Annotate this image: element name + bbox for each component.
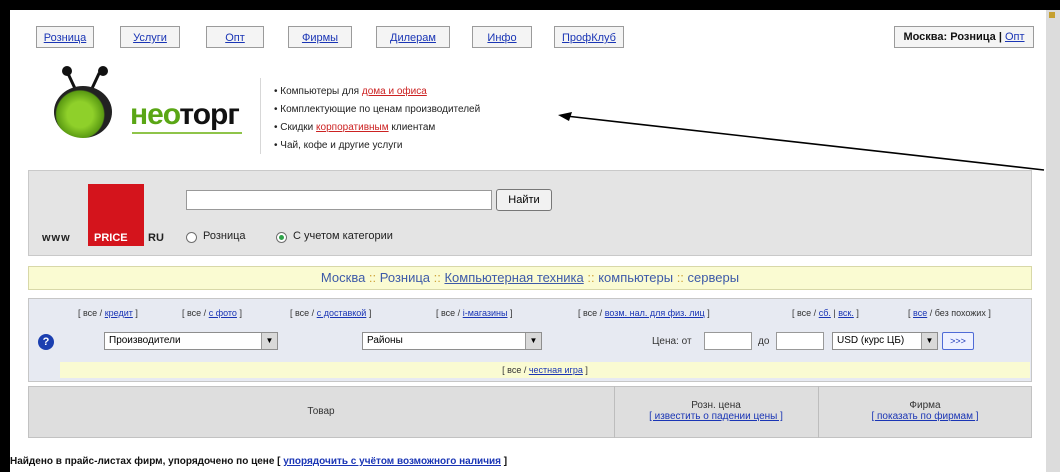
breadcrumb-servers: серверы [687, 270, 740, 285]
price-ru-ru: RU [148, 232, 164, 244]
breadcrumb-moscow[interactable]: Москва [321, 270, 365, 285]
logo-text: неоторг [130, 98, 240, 131]
chevron-down-icon: ▼ [525, 333, 541, 349]
nav-dealers-button[interactable]: Дилерам [376, 26, 450, 48]
nav-info-button[interactable]: Инфо [472, 26, 532, 48]
promo-corporate-link[interactable]: корпоративным [316, 122, 389, 133]
promo-line-4: • Чай, кофе и другие услуги [274, 140, 403, 151]
filter-delivery-link[interactable]: с доставкой [317, 308, 367, 318]
logo-underline [132, 132, 242, 134]
fair-play-filter: [ все / честная игра ] [60, 362, 1030, 378]
apply-filter-button[interactable]: >>> [942, 332, 974, 350]
filter-cashless-link[interactable]: возм. нал. для физ. лиц [605, 308, 705, 318]
results-status: Найдено в прайс-листах фирм, упорядочено… [10, 456, 508, 467]
search-input[interactable] [186, 190, 492, 210]
radio-category[interactable] [276, 232, 287, 243]
promo-line-1: • Компьютеры для дома и офиса [274, 86, 427, 97]
help-icon[interactable]: ? [38, 334, 54, 350]
price-ru-price: PRICE [94, 232, 128, 244]
filter-photo-link[interactable]: с фото [209, 308, 237, 318]
price-ru-www: www [42, 232, 71, 244]
price-to-input[interactable] [776, 332, 824, 350]
filter-photo: [ все / с фото ] [182, 308, 242, 318]
filter-eshops-link[interactable]: i-магазины [463, 308, 508, 318]
breadcrumb-computer-tech[interactable]: Компьютерная техника [444, 270, 583, 285]
show-by-firms-link[interactable]: [ показать по фирмам ] [818, 411, 1032, 422]
filter-sunday-link[interactable]: вск. [838, 308, 854, 318]
filter-eshops: [ все / i-магазины ] [436, 308, 513, 318]
search-button[interactable]: Найти [496, 189, 552, 211]
region-separator: | [995, 31, 1005, 43]
currency-select[interactable]: USD (курс ЦБ) ▼ [832, 332, 938, 350]
filter-cashless: [ все / возм. нал. для физ. лиц ] [578, 308, 710, 318]
fair-play-link[interactable]: честная игра [529, 365, 583, 375]
filter-saturday-link[interactable]: сб. [819, 308, 831, 318]
nav-wholesale-button[interactable]: Опт [206, 26, 264, 48]
breadcrumb-retail[interactable]: Розница [380, 270, 430, 285]
filter-credit: [ все / кредит ] [78, 308, 138, 318]
filter-delivery: [ все / с доставкой ] [290, 308, 372, 318]
price-to-label: до [758, 336, 770, 347]
sort-by-availability-link[interactable]: упорядочить с учётом возможного наличия [283, 456, 501, 467]
edge-mark [1049, 12, 1055, 18]
logo-head-icon [54, 86, 112, 138]
breadcrumb: Москва :: Розница :: Компьютерная техник… [28, 266, 1032, 290]
chevron-down-icon: ▼ [261, 333, 277, 349]
column-price: Розн. цена [ известить о падении цены ] [614, 386, 818, 438]
column-price-label[interactable]: Розн. цена [614, 400, 818, 411]
nav-firms-button[interactable]: Фирмы [288, 26, 352, 48]
filter-similar-link[interactable]: все [913, 308, 927, 318]
radio-retail[interactable] [186, 232, 197, 243]
column-firm: Фирма [ показать по фирмам ] [818, 386, 1032, 438]
districts-select[interactable]: Районы ▼ [362, 332, 542, 350]
promo-line-3: • Скидки корпоративным клиентам [274, 122, 436, 133]
promo-line-2: • Комплектующие по ценам производителей [274, 104, 481, 115]
price-drop-notify-link[interactable]: [ известить о падении цены ] [614, 411, 818, 422]
header-divider [260, 78, 261, 154]
window-edge [1046, 10, 1060, 472]
promo-home-office-link[interactable]: дома и офиса [362, 86, 427, 97]
region-current: Москва: Розница [903, 31, 996, 43]
nav-retail-button[interactable]: Розница [36, 26, 94, 48]
price-from-label: Цена: от [652, 336, 692, 347]
radio-retail-label: Розница [203, 230, 246, 242]
nav-profclub-button[interactable]: ПрофКлуб [554, 26, 624, 48]
region-selector: Москва: Розница | Опт [894, 26, 1034, 48]
filter-credit-link[interactable]: кредит [105, 308, 133, 318]
nav-services-button[interactable]: Услуги [120, 26, 180, 48]
region-wholesale-link[interactable]: Опт [1005, 31, 1025, 43]
filter-similar: [ все / без похожих ] [908, 308, 991, 318]
column-firm-label[interactable]: Фирма [818, 400, 1032, 411]
breadcrumb-computers[interactable]: компьютеры [598, 270, 673, 285]
filter-days: [ все / сб. | вск. ] [792, 308, 859, 318]
price-from-input[interactable] [704, 332, 752, 350]
search-panel [28, 170, 1032, 256]
manufacturers-select[interactable]: Производители ▼ [104, 332, 278, 350]
logo-ball-right [98, 66, 108, 76]
column-product[interactable]: Товар [28, 386, 614, 438]
chevron-down-icon: ▼ [921, 333, 937, 349]
logo-ball-left [62, 66, 72, 76]
radio-category-label: С учетом категории [293, 230, 393, 242]
